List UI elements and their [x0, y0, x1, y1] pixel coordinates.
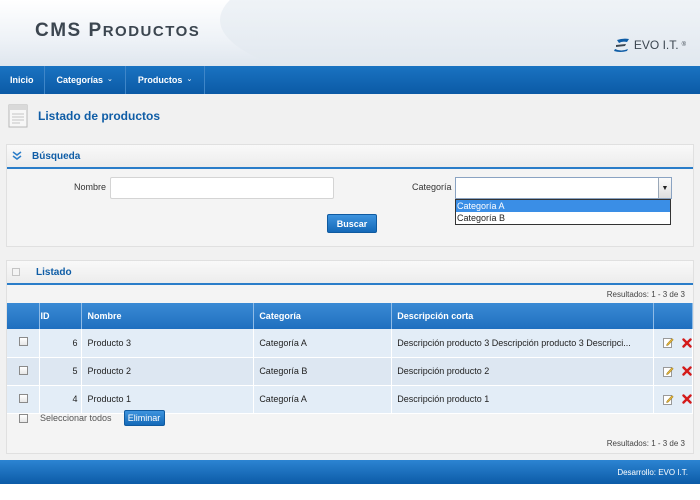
header-categoria[interactable]: Categoría — [253, 303, 393, 329]
buscar-button[interactable]: Buscar — [327, 214, 377, 233]
select-all-checkbox[interactable] — [19, 413, 28, 423]
main-content: Listado de productos Búsqueda Nombre Cat… — [0, 94, 700, 460]
header-select — [7, 303, 41, 329]
footer-credit: Desarrollo: EVO I.T. — [617, 467, 688, 477]
nombre-input[interactable] — [110, 177, 334, 199]
app-header: CMS PRODUCTOS EVO I.T. ® — [0, 0, 700, 66]
categoria-dropdown-list: Categoría A Categoría B — [455, 199, 671, 225]
search-panel: Búsqueda Nombre Categoría ▼ Buscar — [6, 144, 694, 247]
cell-nombre: Producto 2 — [81, 357, 255, 386]
list-panel: Listado Resultados: 1 - 3 de 3 ID Nombre… — [6, 260, 694, 454]
evo-logo-icon — [613, 38, 629, 52]
row-checkbox[interactable] — [19, 393, 28, 403]
cell-id: 4 — [39, 385, 83, 414]
logo-text: EVO I.T. — [633, 38, 679, 52]
bulk-actions: Seleccionar todos Eliminar — [19, 410, 165, 426]
table-row: 5 Producto 2 Categoría B Descripción pro… — [7, 357, 694, 386]
page-title: Listado de productos — [38, 109, 161, 123]
results-count-bottom: Resultados: 1 - 3 de 3 — [606, 439, 685, 448]
dropdown-option[interactable]: Categoría A — [456, 200, 670, 212]
header-nombre[interactable]: Nombre — [81, 303, 255, 329]
cell-nombre: Producto 3 — [81, 329, 255, 358]
row-checkbox[interactable] — [19, 337, 28, 347]
categoria-label: Categoría — [412, 182, 452, 192]
edit-icon[interactable] — [662, 337, 674, 349]
categoria-select[interactable]: ▼ — [455, 177, 672, 199]
header-descripcion[interactable]: Descripción corta — [391, 303, 654, 329]
nav-item-productos[interactable]: Productos ⌄ — [126, 66, 206, 94]
delete-icon[interactable] — [682, 394, 692, 404]
cell-id: 5 — [39, 357, 83, 386]
cell-descripcion: Descripción producto 1 — [391, 385, 654, 414]
results-count-top: Resultados: 1 - 3 de 3 — [606, 290, 685, 299]
eliminar-button[interactable]: Eliminar — [123, 410, 165, 426]
cell-id: 6 — [39, 329, 83, 358]
delete-icon[interactable] — [682, 338, 692, 348]
app-footer: Desarrollo: EVO I.T. — [0, 460, 700, 484]
row-checkbox[interactable] — [19, 365, 28, 375]
cell-descripcion: Descripción producto 2 — [391, 357, 654, 386]
cell-categoria: Categoría A — [253, 329, 393, 358]
edit-icon[interactable] — [662, 366, 674, 377]
list-panel-title: Listado — [36, 266, 72, 278]
chevron-down-icon: ⌄ — [186, 76, 193, 83]
list-panel-header: Listado — [7, 261, 693, 285]
cell-categoria: Categoría A — [253, 385, 393, 414]
chevron-down-icon: ⌄ — [107, 76, 113, 83]
search-panel-title: Búsqueda — [32, 150, 81, 162]
app-title: CMS PRODUCTOS — [35, 20, 201, 41]
evo-logo: EVO I.T. ® — [613, 38, 686, 52]
dropdown-arrow-icon[interactable]: ▼ — [658, 178, 671, 198]
page-title-area: Listado de productos — [8, 104, 160, 128]
cell-descripcion: Descripción producto 3 Descripción produ… — [391, 329, 654, 358]
document-icon — [8, 104, 28, 128]
select-all-label[interactable]: Seleccionar todos — [40, 413, 112, 423]
table-row: 4 Producto 1 Categoría A Descripción pro… — [7, 385, 694, 414]
nav-item-categorias[interactable]: Categorías ⌄ — [45, 66, 126, 94]
nombre-label: Nombre — [74, 182, 107, 192]
double-chevron-down-icon[interactable] — [12, 151, 22, 161]
header-actions — [653, 303, 694, 329]
main-nav: Inicio Categorías ⌄ Productos ⌄ — [0, 66, 700, 94]
delete-icon[interactable] — [682, 366, 692, 376]
products-table: ID Nombre Categoría Descripción corta 6 … — [7, 303, 694, 414]
cell-nombre: Producto 1 — [81, 385, 255, 414]
search-panel-header[interactable]: Búsqueda — [7, 145, 693, 169]
cell-categoria: Categoría B — [253, 357, 393, 386]
edit-icon[interactable] — [662, 394, 674, 405]
header-id[interactable]: ID — [39, 303, 83, 329]
header-decoration — [220, 0, 700, 66]
dropdown-option[interactable]: Categoría B — [456, 212, 670, 224]
nav-item-inicio[interactable]: Inicio — [0, 66, 45, 94]
table-row: 6 Producto 3 Categoría A Descripción pro… — [7, 329, 694, 358]
table-header-row: ID Nombre Categoría Descripción corta — [7, 303, 694, 329]
panel-checkbox-icon — [12, 268, 20, 276]
